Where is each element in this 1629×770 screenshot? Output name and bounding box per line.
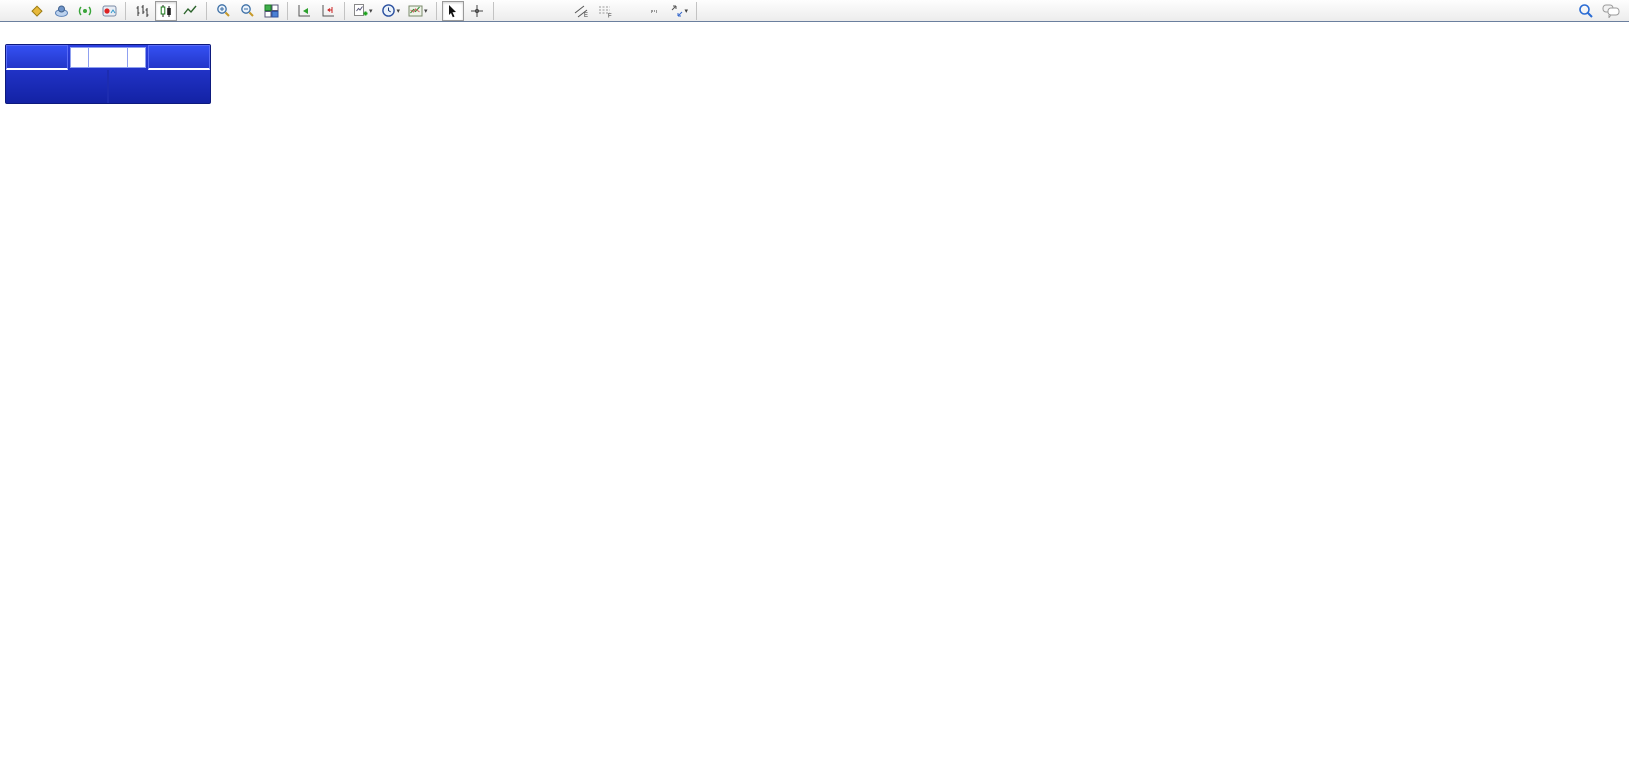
- toolbar: ▾ ▾ ▾ E F ▾: [0, 0, 1629, 22]
- dropdown-caret-icon: ▾: [685, 7, 689, 15]
- sell-price-display[interactable]: [6, 70, 107, 103]
- toolbar-separator: [493, 2, 494, 20]
- new-order-button[interactable]: [2, 1, 24, 21]
- text-label-icon: [651, 10, 657, 12]
- toolbar-separator: [125, 2, 126, 20]
- fibonacci-tool-button[interactable]: F: [595, 1, 617, 21]
- trendline-tool-button[interactable]: [547, 1, 569, 21]
- line-chart-icon: [183, 4, 197, 18]
- zoom-in-button[interactable]: [212, 1, 234, 21]
- cursor-tool-button[interactable]: [442, 1, 464, 21]
- gold-diamond-icon: [30, 4, 44, 18]
- auto-scroll-icon: [297, 4, 312, 18]
- add-indicator-icon: [353, 3, 368, 18]
- zoom-out-button[interactable]: [236, 1, 258, 21]
- zoom-out-icon: [240, 3, 255, 18]
- chat-bubbles-icon: [1602, 3, 1620, 18]
- template-icon: [408, 4, 423, 18]
- toolbar-separator: [287, 2, 288, 20]
- fibonacci-icon: F: [598, 4, 613, 18]
- buy-price-display[interactable]: [109, 70, 210, 103]
- horizontal-line-tool-button[interactable]: [523, 1, 545, 21]
- news-signal-button[interactable]: [74, 1, 96, 21]
- equidistant-channel-icon: E: [574, 4, 589, 18]
- search-icon: [1578, 3, 1594, 19]
- dropdown-caret-icon: ▾: [424, 7, 428, 15]
- candlestick-icon: [159, 4, 173, 18]
- buy-button[interactable]: [148, 45, 210, 70]
- crosshair-tool-button[interactable]: [466, 1, 488, 21]
- chart-shift-button[interactable]: [317, 1, 339, 21]
- auto-scroll-button[interactable]: [293, 1, 315, 21]
- svg-text:E: E: [584, 13, 588, 18]
- clock-icon: [381, 3, 396, 18]
- tile-windows-icon: [264, 4, 279, 18]
- sell-button[interactable]: [6, 45, 68, 70]
- arrows-tool-button[interactable]: ▾: [667, 1, 692, 21]
- text-tool-button[interactable]: [619, 1, 641, 21]
- channel-tool-button[interactable]: E: [571, 1, 593, 21]
- line-chart-type-button[interactable]: [179, 1, 201, 21]
- chat-button[interactable]: [1599, 1, 1623, 21]
- bar-chart-type-button[interactable]: [131, 1, 153, 21]
- volume-decrease-button[interactable]: [70, 47, 89, 68]
- mql5-community-button[interactable]: [50, 1, 72, 21]
- indicators-button[interactable]: ▾: [350, 1, 376, 21]
- toolbar-separator: [436, 2, 437, 20]
- signal-icon: [78, 4, 92, 18]
- arrows-shapes-icon: [670, 4, 684, 18]
- search-button[interactable]: [1575, 1, 1597, 21]
- autotrading-icon: [102, 4, 117, 18]
- ohlc-bars-icon: [135, 4, 149, 18]
- toolbar-separator: [206, 2, 207, 20]
- dropdown-caret-icon: ▾: [397, 7, 401, 15]
- autotrading-button[interactable]: [98, 1, 120, 21]
- tile-windows-button[interactable]: [260, 1, 282, 21]
- toolbar-separator: [696, 2, 697, 20]
- text-label-tool-button[interactable]: [643, 1, 665, 21]
- periods-button[interactable]: ▾: [378, 1, 404, 21]
- toolbar-separator: [344, 2, 345, 20]
- crosshair-icon: [470, 4, 484, 18]
- community-cloud-icon: [54, 4, 69, 18]
- chart-window: [0, 22, 1629, 770]
- one-click-trading-panel: [5, 44, 211, 104]
- candlestick-chart-type-button[interactable]: [155, 1, 177, 21]
- cursor-arrow-icon: [446, 4, 459, 18]
- volume-increase-button[interactable]: [127, 47, 146, 68]
- chart-shift-icon: [321, 4, 336, 18]
- dropdown-caret-icon: ▾: [369, 7, 373, 15]
- vertical-line-tool-button[interactable]: [499, 1, 521, 21]
- svg-text:F: F: [608, 13, 612, 18]
- volume-stepper: [70, 47, 146, 68]
- templates-button[interactable]: ▾: [405, 1, 431, 21]
- chart-profile-icon[interactable]: [26, 1, 48, 21]
- volume-input[interactable]: [89, 47, 127, 68]
- chart-canvas[interactable]: [0, 22, 1629, 770]
- zoom-in-icon: [216, 3, 231, 18]
